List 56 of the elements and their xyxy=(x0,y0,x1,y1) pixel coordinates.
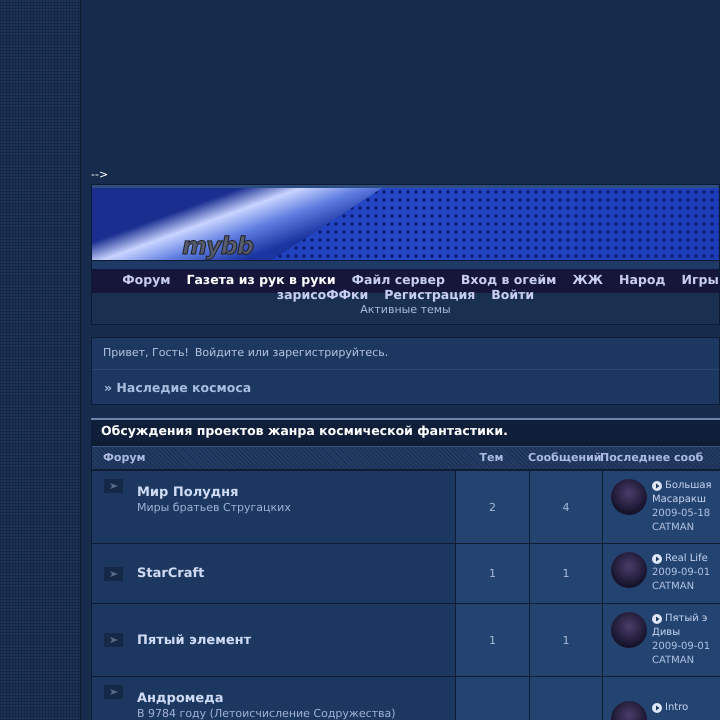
avatar xyxy=(611,479,647,515)
last-topic-link[interactable]: Большая xyxy=(665,479,712,493)
nav-link[interactable]: Форум xyxy=(122,272,171,287)
stray-text: --> xyxy=(91,168,108,182)
last-topic-link[interactable]: Масаракш xyxy=(652,493,712,507)
topic-count: 2 xyxy=(456,471,529,544)
author-name: CATMAN xyxy=(652,580,696,594)
forum-name-link[interactable]: Андромеда xyxy=(137,691,396,706)
column-header: Тем xyxy=(478,450,504,466)
nav-link[interactable]: зарисоФФки xyxy=(276,287,368,302)
nav-link[interactable]: Вход в огейм xyxy=(460,272,556,287)
forum-description: В 9784 году (Летоисчисление Содружества) xyxy=(137,707,396,720)
topic-count: 1 xyxy=(456,604,529,677)
post-count: 1 xyxy=(530,604,602,677)
column-header: Последнее сооб xyxy=(600,450,704,466)
nav-link[interactable]: Войти xyxy=(491,287,534,302)
login-prompt: Войдите или зарегистрируйтесь. xyxy=(194,346,388,359)
play-icon xyxy=(652,554,662,564)
last-topic-link[interactable]: Дивы xyxy=(652,626,710,640)
avatar xyxy=(611,612,647,648)
forum-icon xyxy=(104,566,123,580)
forum-name-link[interactable]: StarCraft xyxy=(137,566,204,581)
forum-description: Миры братьев Стругацких xyxy=(137,501,291,514)
nav-link[interactable]: ЖЖ xyxy=(572,272,603,287)
nav-link[interactable]: Игры xyxy=(682,272,719,287)
last-topic-link[interactable]: Real Life xyxy=(665,552,708,566)
play-icon xyxy=(652,481,662,491)
post-count: 4 xyxy=(530,471,602,544)
post-date: 2009-05-18 xyxy=(652,507,712,521)
greeting-text: Привет, Гость! xyxy=(103,346,189,359)
post-date: 2009-09-01 xyxy=(652,566,710,580)
column-header: Форум xyxy=(102,450,147,466)
nav-link[interactable]: Файл сервер xyxy=(352,272,445,287)
forum-icon xyxy=(104,633,123,647)
logo: mybb xyxy=(182,232,254,260)
post-count: 1 xyxy=(530,544,602,604)
last-topic-link[interactable]: Intro xyxy=(665,701,688,715)
post-date: 2009-09-01 xyxy=(652,640,710,654)
author-name: CATMAN xyxy=(652,521,696,535)
forum-icon xyxy=(104,479,123,493)
last-topic-link[interactable]: Пятый э xyxy=(665,612,708,626)
forum-icon xyxy=(104,685,123,699)
avatar xyxy=(611,552,647,588)
nav-link[interactable]: Народ xyxy=(618,272,666,287)
category-title: Обсуждения проектов жанра космической фантастики. xyxy=(91,418,720,442)
play-icon xyxy=(652,703,662,713)
breadcrumb-link[interactable]: » Наследие космоса xyxy=(92,370,719,404)
author-name: CATMAN xyxy=(652,654,696,668)
nav-link[interactable]: Регистрация xyxy=(384,287,476,302)
play-icon xyxy=(652,614,662,624)
active-topics-link[interactable]: Активные темы xyxy=(360,303,451,316)
forum-name-link[interactable]: Мир Полудня xyxy=(137,485,291,500)
forum-name-link[interactable]: Пятый элемент xyxy=(137,632,252,648)
topic-count: 1 xyxy=(456,544,529,604)
nav-link[interactable]: Газета из рук в руки xyxy=(186,272,336,287)
column-header: Сообщений xyxy=(528,450,600,466)
